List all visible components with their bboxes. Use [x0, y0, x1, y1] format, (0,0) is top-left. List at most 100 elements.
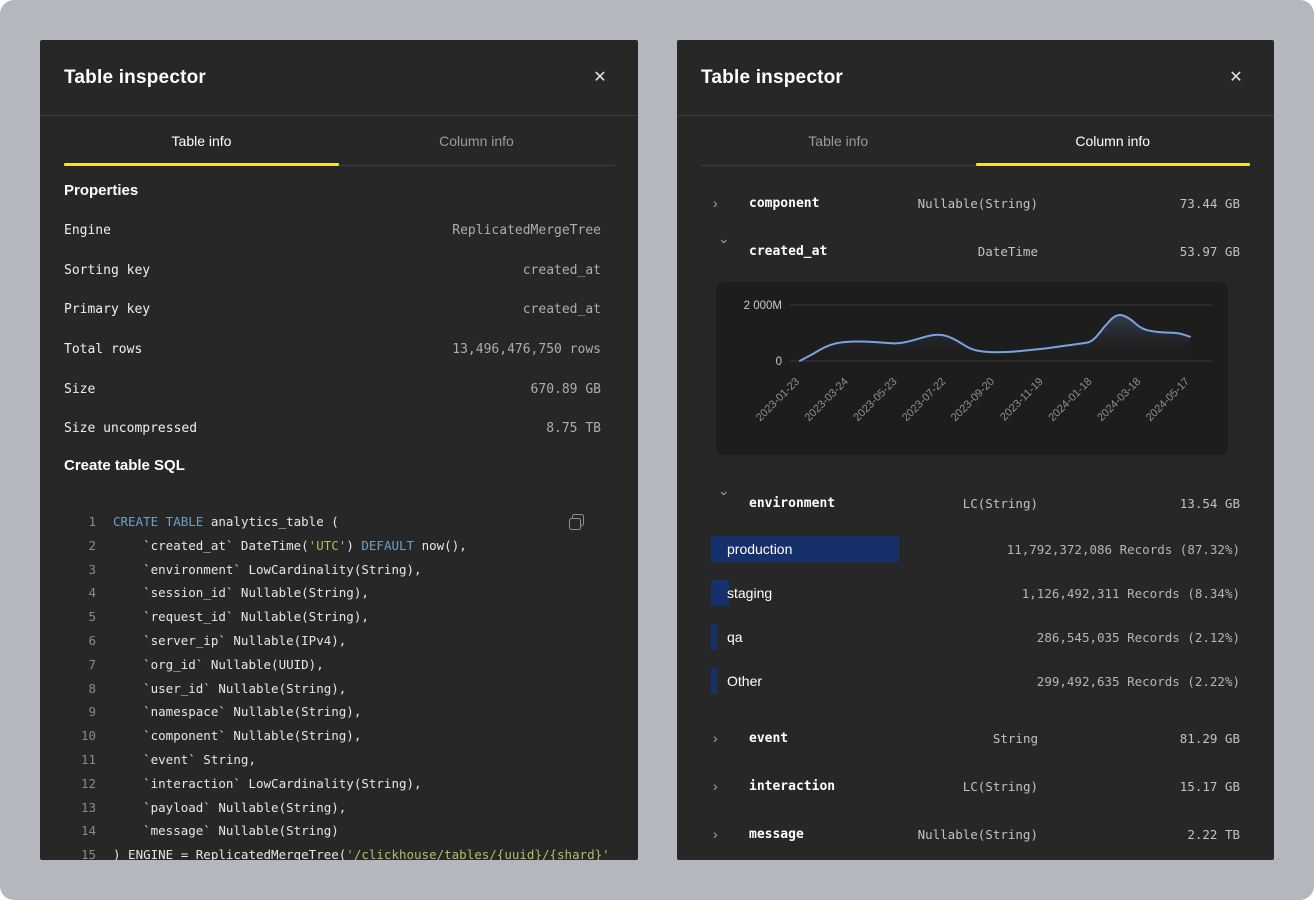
line-number: 13	[64, 800, 96, 815]
column-row-message[interactable]: ›messageNullable(String)2.22 TB	[677, 810, 1274, 858]
column-size: 53.97 GB	[1050, 244, 1240, 259]
column-size: 13.54 GB	[1050, 496, 1240, 511]
sql-code-text: `message` Nullable(String)	[113, 823, 339, 838]
property-value: 8.75 TB	[546, 421, 601, 436]
line-number: 7	[64, 657, 96, 672]
properties-list: EngineReplicatedMergeTreeSorting keycrea…	[40, 211, 638, 449]
sql-code-text: `session_id` Nullable(String),	[113, 585, 369, 600]
sql-line-13: 13 `payload` Nullable(String),	[64, 795, 638, 819]
column-distribution-chart-card: 2 000M02023-01-232023-03-242023-05-23202…	[716, 282, 1228, 455]
value-records: 299,492,635 Records (2.22%)	[1037, 674, 1240, 689]
column-name: interaction	[749, 779, 846, 794]
sql-code-text: `user_id` Nullable(String),	[113, 681, 346, 696]
sql-line-4: 4 `session_id` Nullable(String),	[64, 581, 638, 605]
sql-line-15: 15) ENGINE = ReplicatedMergeTree('/click…	[64, 843, 638, 860]
value-label: staging	[727, 585, 772, 601]
value-row-production: production11,792,372,086 Records (87.32%…	[677, 527, 1274, 571]
sql-line-9: 9 `namespace` Nullable(String),	[64, 700, 638, 724]
svg-text:2024-05-17: 2024-05-17	[1144, 376, 1192, 424]
line-number: 5	[64, 609, 96, 624]
column-row-interaction[interactable]: › interaction LC(String) 15.17 GB	[677, 762, 1274, 810]
svg-text:2 000M: 2 000M	[744, 300, 782, 312]
column-row-created_at[interactable]: ›created_atDateTime53.97 GB	[677, 227, 1274, 275]
sql-line-12: 12 `interaction` LowCardinality(String),	[64, 771, 638, 795]
column-size: 73.44 GB	[1050, 196, 1240, 211]
chevron-right-icon[interactable]: ›	[713, 827, 737, 841]
value-bar-track	[711, 668, 717, 694]
sql-code-text: `org_id` Nullable(UUID),	[113, 657, 324, 672]
property-label: Size uncompressed	[64, 421, 197, 436]
column-type: String	[858, 731, 1038, 746]
property-label: Sorting key	[64, 263, 150, 278]
value-row-other: Other299,492,635 Records (2.22%)	[677, 659, 1274, 703]
sql-line-7: 7 `org_id` Nullable(UUID),	[64, 652, 638, 676]
property-row-size-uncompressed: Size uncompressed 8.75 TB	[40, 409, 638, 449]
dialog-header: Table inspector ✕	[677, 40, 1274, 116]
sql-code-block: 1CREATE TABLE analytics_table (2 `create…	[40, 510, 638, 860]
line-number: 6	[64, 633, 96, 648]
property-row-primary-key: Primary keycreated_at	[40, 290, 638, 330]
line-number: 15	[64, 847, 96, 860]
column-row-environment[interactable]: ›environmentLC(String)13.54 GB	[677, 479, 1274, 527]
property-row-size: Size 670.89 GB	[40, 369, 638, 409]
sql-code-text: `interaction` LowCardinality(String),	[113, 776, 422, 791]
property-row-total-rows: Total rows13,496,476,750 rows	[40, 330, 638, 370]
tab-table-info-right[interactable]: Table info	[701, 116, 976, 166]
property-label: Primary key	[64, 302, 150, 317]
tab-column-info-right[interactable]: Column info	[976, 116, 1251, 166]
chevron-down-icon[interactable]: ›	[718, 491, 732, 515]
copy-sql-button[interactable]	[568, 512, 590, 534]
sql-line-10: 10 `component` Nullable(String),	[64, 724, 638, 748]
column-name: component	[749, 196, 846, 211]
column-name: event	[749, 731, 846, 746]
chevron-right-icon[interactable]: ›	[713, 779, 737, 793]
property-label: Size	[64, 382, 95, 397]
sql-line-2: 2 `created_at` DateTime('UTC') DEFAULT n…	[64, 533, 638, 557]
value-bar-track	[711, 624, 717, 650]
line-number: 11	[64, 752, 96, 767]
svg-text:2023-03-24: 2023-03-24	[803, 376, 851, 424]
line-number: 2	[64, 538, 96, 553]
table-inspector-dialog-right: Table inspector ✕ Table infoColumn info …	[677, 40, 1274, 860]
tab-column-info-left[interactable]: Column info	[339, 116, 614, 166]
tab-bar: Table infoColumn info	[701, 116, 1250, 166]
sql-line-1: 1CREATE TABLE analytics_table (	[64, 510, 638, 534]
chevron-right-icon[interactable]: ›	[713, 731, 737, 745]
column-list: ›componentNullable(String)73.44 GB›creat…	[677, 179, 1274, 858]
line-number: 4	[64, 585, 96, 600]
tab-table-info-left[interactable]: Table info	[64, 116, 339, 166]
app-backdrop: Table inspector ✕ Table infoColumn info …	[0, 0, 1314, 900]
column-row-event[interactable]: ›eventString81.29 GB	[677, 714, 1274, 762]
svg-text:2023-11-19: 2023-11-19	[998, 376, 1046, 424]
dialog-title: Table inspector	[64, 67, 206, 89]
line-number: 9	[64, 704, 96, 719]
column-type: LC(String)	[858, 779, 1038, 794]
create-table-sql-heading: Create table SQL	[40, 457, 638, 474]
property-row-sorting-key: Sorting key created_at	[40, 251, 638, 291]
value-records: 11,792,372,086 Records (87.32%)	[1007, 542, 1240, 557]
sql-line-11: 11 `event` String,	[64, 748, 638, 772]
sql-line-6: 6 `server_ip` Nullable(IPv4),	[64, 629, 638, 653]
sql-code-text: `component` Nullable(String),	[113, 728, 361, 743]
value-bar	[711, 624, 717, 650]
column-row-component[interactable]: ›componentNullable(String)73.44 GB	[677, 179, 1274, 227]
line-number: 8	[64, 681, 96, 696]
property-value: ReplicatedMergeTree	[452, 223, 601, 238]
column-size: 15.17 GB	[1050, 779, 1240, 794]
line-number: 10	[64, 728, 96, 743]
sql-code-text: `event` String,	[113, 752, 256, 767]
chevron-down-icon[interactable]: ›	[718, 239, 732, 263]
property-value: 670.89 GB	[531, 382, 601, 397]
sql-line-5: 5 `request_id` Nullable(String),	[64, 605, 638, 629]
close-button[interactable]: ✕	[1222, 64, 1250, 92]
column-size: 2.22 TB	[1050, 827, 1240, 842]
sql-code-text: `request_id` Nullable(String),	[113, 609, 369, 624]
value-row-qa: qa286,545,035 Records (2.12%)	[677, 615, 1274, 659]
chevron-right-icon[interactable]: ›	[713, 196, 737, 210]
svg-text:2023-09-20: 2023-09-20	[949, 376, 997, 424]
dialog-title: Table inspector	[701, 67, 843, 89]
property-value: created_at	[523, 263, 601, 278]
svg-text:2023-07-22: 2023-07-22	[900, 376, 948, 424]
close-button[interactable]: ✕	[586, 64, 614, 92]
sql-line-8: 8 `user_id` Nullable(String),	[64, 676, 638, 700]
